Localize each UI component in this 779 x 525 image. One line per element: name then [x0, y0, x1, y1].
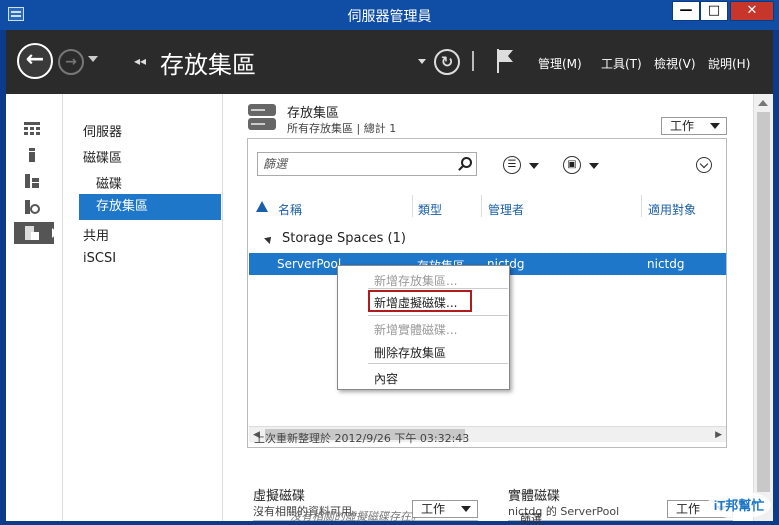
- local-server-icon[interactable]: [14, 144, 54, 166]
- scroll-thumb[interactable]: [757, 112, 770, 492]
- pools-tasks-label: 工作: [670, 119, 695, 133]
- search-icon[interactable]: [461, 157, 472, 168]
- svg-text:iT邦幫忙: iT邦幫忙: [714, 498, 765, 513]
- all-servers-icon[interactable]: [14, 170, 54, 192]
- navigation-pane: 伺服器 磁碟區 磁碟 存放集區 共用 iSCSI: [63, 94, 223, 521]
- pools-filter-input[interactable]: 篩選: [257, 152, 477, 176]
- nav-item-storage-pools[interactable]: 存放集區: [79, 194, 221, 220]
- expand-arrow-icon: [52, 228, 58, 238]
- column-divider: [481, 195, 482, 217]
- role-icon-strip: [6, 94, 63, 521]
- title-bar: 伺服器管理員 — □ ✕: [0, 0, 779, 30]
- ithome-watermark-logo: iT邦幫忙: [707, 491, 771, 519]
- vertical-scrollbar[interactable]: [753, 94, 773, 521]
- scroll-up-icon[interactable]: [758, 100, 768, 106]
- window-title: 伺服器管理員: [347, 9, 432, 25]
- group-label: Storage Spaces (1): [282, 231, 406, 246]
- dashboard-icon[interactable]: [14, 118, 54, 140]
- refresh-icon[interactable]: ↻: [434, 49, 460, 75]
- nav-item-servers[interactable]: 伺服器: [83, 121, 122, 140]
- file-storage-services-icon[interactable]: [14, 222, 58, 244]
- pdisk-tasks-label: 工作: [676, 502, 701, 516]
- nav-item-shares[interactable]: 共用: [83, 225, 109, 244]
- collapse-panel-icon[interactable]: [696, 157, 712, 173]
- menu-separator: [368, 315, 508, 316]
- row-applies-to: nictdg: [647, 257, 685, 271]
- vdisk-empty-message: 沒有相關的虛擬磁碟存在。: [290, 510, 422, 523]
- minimize-button[interactable]: —: [672, 1, 700, 21]
- vdisk-section-title: 虛擬磁碟: [253, 489, 306, 504]
- column-header-applies-to[interactable]: 適用對象: [648, 201, 696, 218]
- row-name: ServerPool: [277, 257, 342, 271]
- breadcrumb-arrows-icon: ◂◂: [134, 54, 147, 68]
- page-title: 存放集區: [160, 51, 256, 79]
- list-options-chevron-icon[interactable]: [529, 163, 539, 169]
- column-header-manager[interactable]: 管理者: [488, 201, 524, 218]
- menu-help[interactable]: 說明(H): [708, 55, 750, 72]
- chevron-down-icon: [461, 506, 471, 512]
- close-button[interactable]: ✕: [730, 1, 774, 21]
- pools-section-subtitle: 所有存放集區 | 總計 1: [287, 122, 397, 135]
- header-divider: [472, 51, 474, 71]
- pdisk-section-title: 實體磁碟: [508, 489, 561, 504]
- maximize-button[interactable]: □: [700, 1, 728, 21]
- menu-separator: [368, 288, 508, 289]
- warning-column-icon: [256, 201, 268, 212]
- pools-section-title: 存放集區: [287, 106, 340, 121]
- list-options-icon[interactable]: ☰: [503, 156, 521, 174]
- group-collapse-icon[interactable]: [264, 234, 274, 244]
- menu-tools[interactable]: 工具(T): [601, 55, 642, 72]
- menu-item-new-storage-pool[interactable]: 新增存放集區...: [374, 272, 457, 289]
- vdisk-tasks-label: 工作: [421, 502, 446, 516]
- menu-item-properties[interactable]: 內容: [374, 370, 398, 387]
- file-storage-icon[interactable]: [14, 196, 54, 218]
- menu-item-new-physical-disk[interactable]: 新增實體磁碟...: [374, 321, 457, 338]
- header-bar: ← → ◂◂ 存放集區 ↻ 管理(M) 工具(T) 檢視(V) 說明(H): [6, 30, 773, 94]
- history-dropdown-icon[interactable]: [88, 56, 98, 62]
- menu-item-new-virtual-disk[interactable]: 新增虛擬磁碟...: [374, 294, 457, 311]
- menu-view[interactable]: 檢視(V): [654, 55, 696, 72]
- column-divider: [412, 195, 413, 217]
- forward-arrow-icon[interactable]: →: [58, 49, 84, 75]
- storage-pool-icon: [248, 104, 276, 130]
- pdisk-filter-input[interactable]: 篩選: [520, 510, 542, 525]
- column-header-type[interactable]: 類型: [418, 201, 442, 218]
- pools-filter-placeholder: 篩選: [263, 157, 288, 171]
- menu-manage[interactable]: 管理(M): [538, 55, 582, 72]
- last-refresh-status: 上次重新整理於 2012/9/26 下午 03:32:43: [254, 432, 470, 445]
- nav-item-iscsi[interactable]: iSCSI: [83, 251, 116, 266]
- column-divider: [641, 195, 642, 217]
- breadcrumb-dropdown-icon[interactable]: [418, 59, 426, 64]
- column-header-name[interactable]: 名稱: [278, 201, 302, 218]
- menu-item-delete-storage-pool[interactable]: 刪除存放集區: [374, 344, 446, 361]
- chevron-down-icon: [710, 123, 720, 129]
- back-arrow-icon[interactable]: ←: [17, 43, 53, 79]
- nav-item-volumes[interactable]: 磁碟區: [83, 147, 122, 166]
- menu-separator: [368, 363, 508, 364]
- nav-item-disks[interactable]: 磁碟: [96, 173, 122, 192]
- save-query-chevron-icon[interactable]: [589, 163, 599, 169]
- notifications-flag-icon[interactable]: [495, 48, 515, 74]
- scroll-right-icon[interactable]: ▶: [715, 430, 722, 440]
- context-menu: 新增存放集區... 新增虛擬磁碟... 新增實體磁碟... 刪除存放集區 內容: [337, 265, 510, 390]
- pools-tasks-dropdown[interactable]: 工作: [661, 117, 727, 135]
- save-query-icon[interactable]: ▣: [563, 156, 581, 174]
